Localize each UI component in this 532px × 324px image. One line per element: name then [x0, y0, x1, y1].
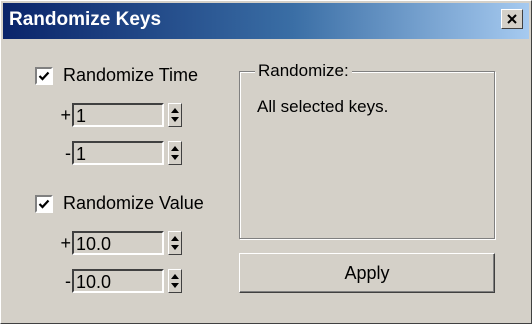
close-icon — [507, 14, 517, 24]
spinner-down-icon[interactable] — [171, 117, 179, 122]
time-minus-row: - 1 — [59, 141, 182, 165]
randomize-value-row: Randomize Value — [35, 193, 204, 214]
value-plus-spinner[interactable] — [168, 231, 182, 255]
value-minus-field[interactable]: 10.0 — [72, 269, 164, 293]
randomize-value-checkbox[interactable] — [35, 194, 53, 213]
time-minus-field[interactable]: 1 — [72, 141, 164, 165]
spinner-up-icon[interactable] — [171, 146, 179, 151]
value-minus-spinner[interactable] — [168, 269, 182, 293]
close-button[interactable] — [501, 9, 523, 29]
spinner-down-icon[interactable] — [171, 155, 179, 160]
plus-sign: + — [60, 232, 71, 253]
time-minus-spinner[interactable] — [168, 141, 182, 165]
apply-button[interactable]: Apply — [239, 253, 495, 293]
randomize-keys-dialog: Randomize Keys Randomize Time + 1 - 1 Ra… — [0, 0, 532, 324]
spinner-up-icon[interactable] — [171, 236, 179, 241]
randomize-group-text: All selected keys. — [257, 97, 389, 116]
time-plus-spinner[interactable] — [168, 103, 182, 127]
title-bar[interactable]: Randomize Keys — [3, 3, 529, 39]
value-plus-field[interactable]: 10.0 — [72, 231, 164, 255]
minus-sign: - — [65, 142, 71, 163]
spinner-down-icon[interactable] — [171, 283, 179, 288]
randomize-time-row: Randomize Time — [35, 65, 198, 86]
value-minus-row: - 10.0 — [59, 269, 182, 293]
randomize-time-checkbox[interactable] — [35, 66, 53, 85]
spinner-up-icon[interactable] — [171, 274, 179, 279]
plus-sign: + — [60, 104, 71, 125]
value-plus-row: + 10.0 — [59, 231, 182, 255]
time-plus-field[interactable]: 1 — [72, 103, 164, 127]
window-title: Randomize Keys — [9, 9, 162, 30]
randomize-time-label: Randomize Time — [63, 65, 199, 85]
randomize-value-label: Randomize Value — [63, 193, 204, 213]
time-plus-row: + 1 — [59, 103, 182, 127]
minus-sign: - — [65, 270, 71, 291]
spinner-down-icon[interactable] — [171, 245, 179, 250]
checkmark-icon — [38, 71, 50, 81]
checkmark-icon — [38, 199, 50, 209]
spinner-up-icon[interactable] — [171, 108, 179, 113]
randomize-group-legend: Randomize: — [255, 61, 352, 81]
